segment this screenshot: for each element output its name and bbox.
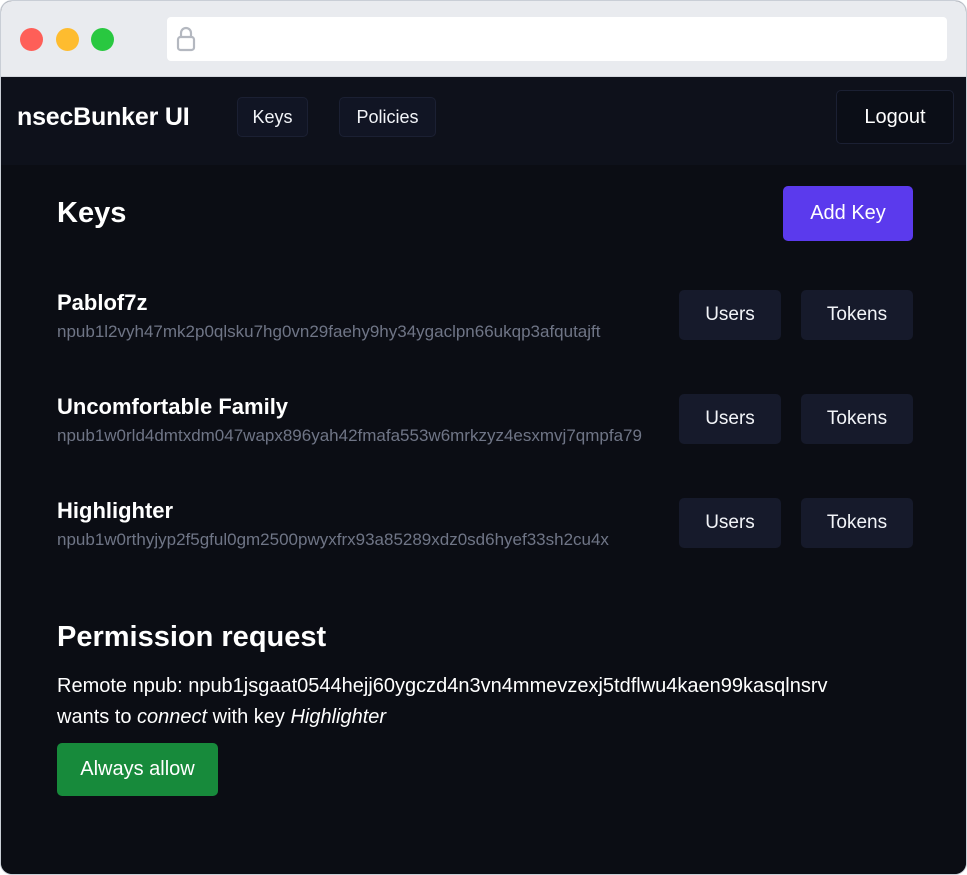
nav-keys-button[interactable]: Keys bbox=[237, 97, 308, 137]
main-content: Keys Add Key Pablof7z npub1l2vyh47mk2p0q… bbox=[1, 165, 966, 874]
maximize-window-button[interactable] bbox=[91, 28, 114, 51]
key-name: Uncomfortable Family bbox=[57, 394, 289, 419]
key-npub: npub1l2vyh47mk2p0qlsku7hg0vn29faehy9hy34… bbox=[57, 322, 601, 341]
nav-policies-button[interactable]: Policies bbox=[339, 97, 436, 137]
minimize-window-button[interactable] bbox=[56, 28, 79, 51]
browser-chrome bbox=[1, 1, 966, 77]
tokens-button[interactable]: Tokens bbox=[801, 498, 913, 548]
lock-icon bbox=[176, 26, 196, 52]
permission-request-title: Permission request bbox=[57, 621, 327, 653]
users-button[interactable]: Users bbox=[679, 290, 781, 340]
page-title: Keys bbox=[57, 197, 127, 229]
key-row: Highlighter npub1w0rthyjyp2f5gful0gm2500… bbox=[57, 498, 913, 554]
browser-window: nsecBunker UI Keys Policies Logout Keys … bbox=[0, 0, 967, 875]
permission-wants-to: wants to bbox=[57, 706, 138, 728]
brand-title: nsecBunker UI bbox=[17, 103, 190, 131]
add-key-button[interactable]: Add Key bbox=[783, 186, 913, 241]
permission-key-name: Highlighter bbox=[290, 706, 387, 728]
users-button[interactable]: Users bbox=[679, 498, 781, 548]
key-row: Pablof7z npub1l2vyh47mk2p0qlsku7hg0vn29f… bbox=[57, 290, 913, 346]
permission-with-key: with key bbox=[207, 706, 291, 728]
tokens-button[interactable]: Tokens bbox=[801, 290, 913, 340]
always-allow-button[interactable]: Always allow bbox=[57, 743, 218, 796]
key-name: Highlighter bbox=[57, 498, 174, 523]
permission-action: connect bbox=[137, 706, 208, 728]
address-bar[interactable] bbox=[167, 17, 947, 61]
key-npub: npub1w0rld4dmtxdm047wapx896yah42fmafa553… bbox=[57, 426, 642, 445]
close-window-button[interactable] bbox=[20, 28, 43, 51]
key-row: Uncomfortable Family npub1w0rld4dmtxdm04… bbox=[57, 394, 913, 450]
key-name: Pablof7z bbox=[57, 290, 148, 315]
permission-description: wants to connect with key Highlighter bbox=[57, 706, 386, 729]
tokens-button[interactable]: Tokens bbox=[801, 394, 913, 444]
users-button[interactable]: Users bbox=[679, 394, 781, 444]
permission-remote-npub: Remote npub: npub1jsgaat0544hejj60ygczd4… bbox=[57, 675, 828, 697]
key-npub: npub1w0rthyjyp2f5gful0gm2500pwyxfrx93a85… bbox=[57, 530, 609, 549]
logout-button[interactable]: Logout bbox=[836, 90, 954, 144]
top-navbar: nsecBunker UI Keys Policies Logout bbox=[1, 77, 966, 165]
